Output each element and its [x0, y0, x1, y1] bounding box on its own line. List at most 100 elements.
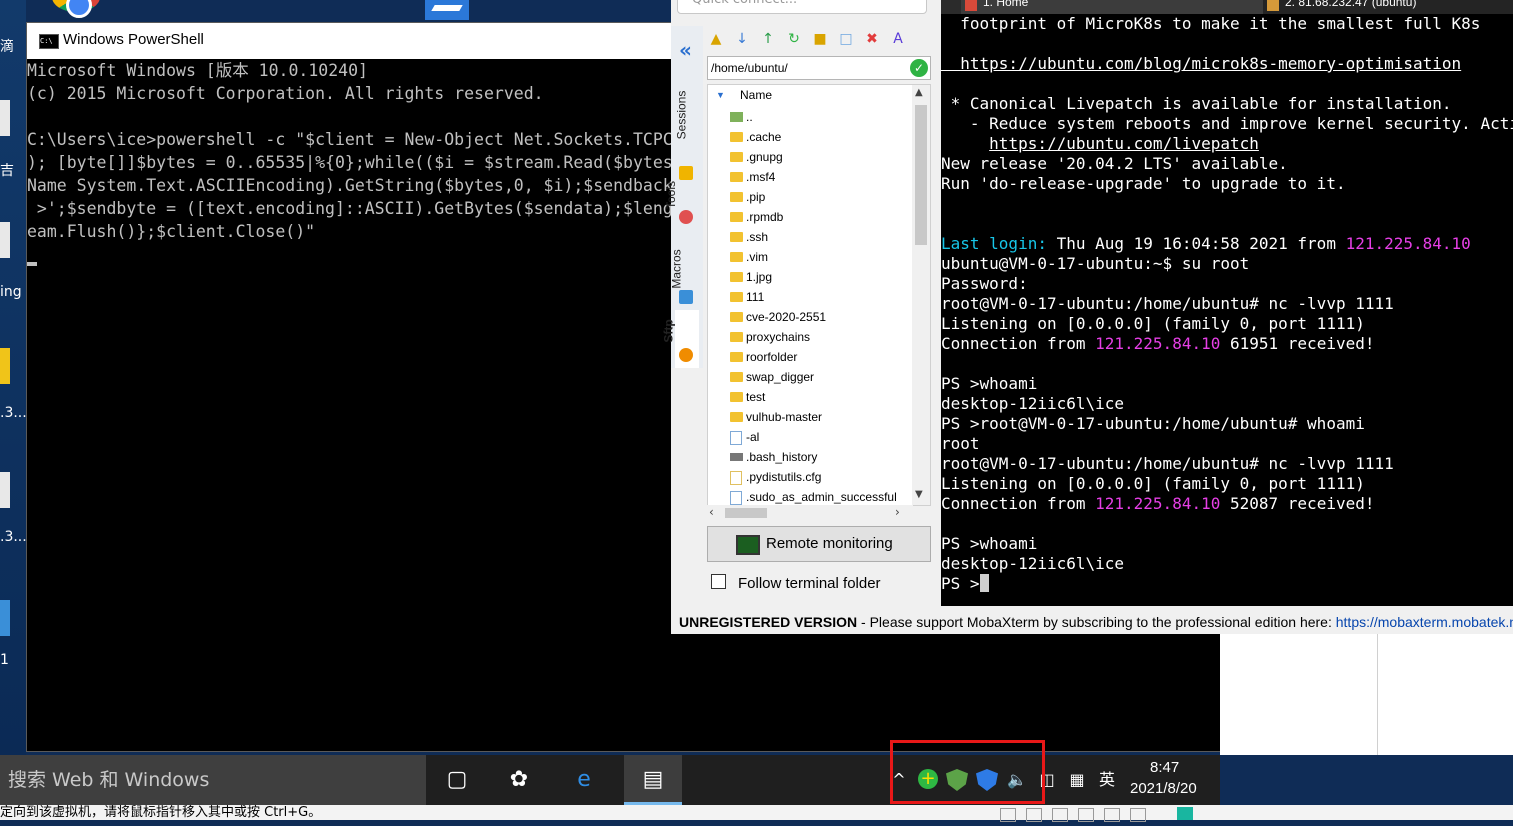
parent-folder-icon[interactable]: ▲: [707, 30, 725, 48]
file-list-item[interactable]: roorfolder: [730, 347, 920, 367]
terminal-line: https://ubuntu.com/blog/microk8s-memory-…: [941, 54, 1513, 74]
download-icon[interactable]: ↓: [733, 30, 751, 48]
desktop-shortcut-icon[interactable]: [0, 600, 10, 636]
mobaxterm-link[interactable]: https://mobaxterm.mobatek.net: [1336, 614, 1513, 630]
scroll-down-icon[interactable]: ▼: [915, 489, 923, 500]
monitor-icon: [736, 535, 760, 555]
desktop-shortcut-icon[interactable]: [0, 348, 10, 384]
file-list-item[interactable]: .pip: [730, 187, 920, 207]
hscroll-thumb[interactable]: [725, 508, 767, 518]
scroll-right-icon[interactable]: ›: [895, 505, 900, 519]
folder-icon: [730, 352, 743, 362]
tab-macros[interactable]: Macros: [670, 236, 699, 306]
desktop-icon-label[interactable]: .3...: [0, 405, 27, 421]
desktop-icon-label[interactable]: 1: [0, 652, 9, 668]
path-ok-icon[interactable]: ✓: [910, 59, 928, 77]
scroll-thumb[interactable]: [915, 105, 927, 245]
mobaxterm-taskbar-icon[interactable]: ✿: [490, 755, 548, 805]
delete-icon[interactable]: ✖: [863, 30, 881, 48]
file-name: roorfolder: [746, 350, 798, 364]
file-list-item[interactable]: 1.jpg: [730, 267, 920, 287]
quick-connect-input[interactable]: Quick connect...: [677, 0, 927, 14]
file-list-header[interactable]: ▼ Name: [708, 85, 913, 105]
desktop-shortcut-icon[interactable]: [0, 100, 10, 136]
file-name: .ssh: [746, 230, 769, 244]
name-column-header[interactable]: Name: [740, 85, 772, 105]
rename-icon[interactable]: A: [889, 30, 907, 48]
tools-icon: [679, 210, 693, 224]
tab-ssh-session[interactable]: 2. 81.68.232.47 (ubuntu): [1263, 0, 1513, 14]
file-list-item[interactable]: .bash_history: [730, 447, 920, 467]
file-list-item[interactable]: .ssh: [730, 227, 920, 247]
file-list-item[interactable]: proxychains: [730, 327, 920, 347]
follow-terminal-folder-option[interactable]: Follow terminal folder: [711, 574, 881, 592]
file-list-item[interactable]: swap_digger: [730, 367, 920, 387]
new-file-icon[interactable]: □: [837, 30, 855, 48]
desktop-icon-label[interactable]: .3...: [0, 529, 27, 545]
sftp-file-list[interactable]: ▼ Name .. .cache .gnupg .msf4 .pip .rpmdb .ssh…: [707, 84, 931, 506]
vm-status-icon[interactable]: [1177, 807, 1193, 820]
desktop-icon-label[interactable]: 吉: [0, 160, 14, 180]
tab-sftp[interactable]: Sftp: [662, 310, 699, 368]
chrome-desktop-icon[interactable]: [52, 0, 100, 18]
tab-tools[interactable]: Tools: [664, 166, 699, 226]
scroll-up-icon[interactable]: ▲: [915, 87, 923, 98]
ssh-terminal[interactable]: footprint of MicroK8s to make it the sma…: [941, 14, 1513, 606]
desktop-app-icon[interactable]: [425, 0, 469, 20]
terminal-link[interactable]: https://ubuntu.com/blog/microk8s-memory-…: [941, 54, 1461, 73]
file-list-item[interactable]: .rpmdb: [730, 207, 920, 227]
sftp-icon: [679, 348, 693, 362]
refresh-icon[interactable]: ↻: [785, 30, 803, 48]
terminal-line: https://ubuntu.com/livepatch: [941, 134, 1513, 154]
side-tab-strip: « Sessions Tools Macros Sftp: [662, 26, 703, 368]
file-list-item[interactable]: .pydistutils.cfg: [730, 467, 920, 487]
file-list-item[interactable]: cve-2020-2551: [730, 307, 920, 327]
powershell-taskbar-icon[interactable]: ▤: [624, 755, 682, 805]
file-list-item[interactable]: 111: [730, 287, 920, 307]
folder-icon: [730, 192, 743, 202]
upload-icon[interactable]: ↑: [759, 30, 777, 48]
scroll-left-icon[interactable]: ‹: [709, 505, 714, 519]
file-list-item[interactable]: .sudo_as_admin_successful: [730, 487, 920, 505]
file-list-item[interactable]: .msf4: [730, 167, 920, 187]
ime-indicator[interactable]: 英: [1096, 769, 1118, 791]
file-list-item[interactable]: vulhub-master: [730, 407, 920, 427]
terminal-text: ubuntu@VM-0-17-ubuntu:~$ su root: [941, 254, 1250, 273]
file-name: .sudo_as_admin_successful: [746, 490, 897, 504]
terminal-line: - Reduce system reboots and improve kern…: [941, 114, 1513, 134]
follow-terminal-checkbox[interactable]: [711, 574, 726, 589]
task-view-icon[interactable]: ▢: [428, 755, 486, 805]
terminal-text: PS >whoami: [941, 534, 1038, 553]
collapse-sidebar-icon[interactable]: «: [679, 38, 692, 62]
tab-sessions[interactable]: Sessions: [674, 78, 699, 180]
file-icon: [730, 453, 743, 461]
file-name: proxychains: [746, 330, 811, 344]
internet-explorer-icon[interactable]: e: [555, 755, 613, 805]
file-list-item[interactable]: .gnupg: [730, 147, 920, 167]
clock-time[interactable]: 8:47: [1150, 759, 1179, 776]
file-name: .pip: [746, 190, 766, 204]
file-list-vertical-scrollbar[interactable]: ▲ ▼: [912, 85, 930, 505]
clock-date[interactable]: 2021/8/20: [1130, 780, 1197, 797]
desktop-icon-label[interactable]: 滴: [0, 36, 14, 56]
desktop-shortcut-icon[interactable]: [0, 472, 10, 508]
terminal-text: root: [941, 434, 980, 453]
desktop-shortcut-icon[interactable]: [0, 222, 10, 258]
taskbar-search-box[interactable]: 搜索 Web 和 Windows: [0, 755, 426, 805]
file-list-item[interactable]: -al: [730, 427, 920, 447]
remote-monitoring-button[interactable]: Remote monitoring: [707, 526, 931, 562]
new-folder-icon[interactable]: ■: [811, 30, 829, 48]
desktop-icon-label[interactable]: ing: [0, 284, 22, 300]
file-list-item[interactable]: .cache: [730, 127, 920, 147]
terminal-line: desktop-12iic6l\ice: [941, 394, 1513, 414]
file-list-item[interactable]: ..: [730, 107, 920, 127]
file-name: 111: [746, 290, 765, 304]
sftp-path-input[interactable]: /home/ubuntu/ ✓: [707, 56, 931, 80]
terminal-link[interactable]: https://ubuntu.com/livepatch: [989, 134, 1259, 153]
terminal-text: Thu Aug 19 16:04:58 2021 from: [1056, 234, 1346, 253]
action-center-icon[interactable]: ▦: [1066, 769, 1088, 791]
tab-home[interactable]: 1. Home: [961, 0, 1273, 14]
file-list-item[interactable]: .vim: [730, 247, 920, 267]
file-list-item[interactable]: test: [730, 387, 920, 407]
file-list-horizontal-scrollbar[interactable]: ‹ ›: [707, 505, 913, 521]
